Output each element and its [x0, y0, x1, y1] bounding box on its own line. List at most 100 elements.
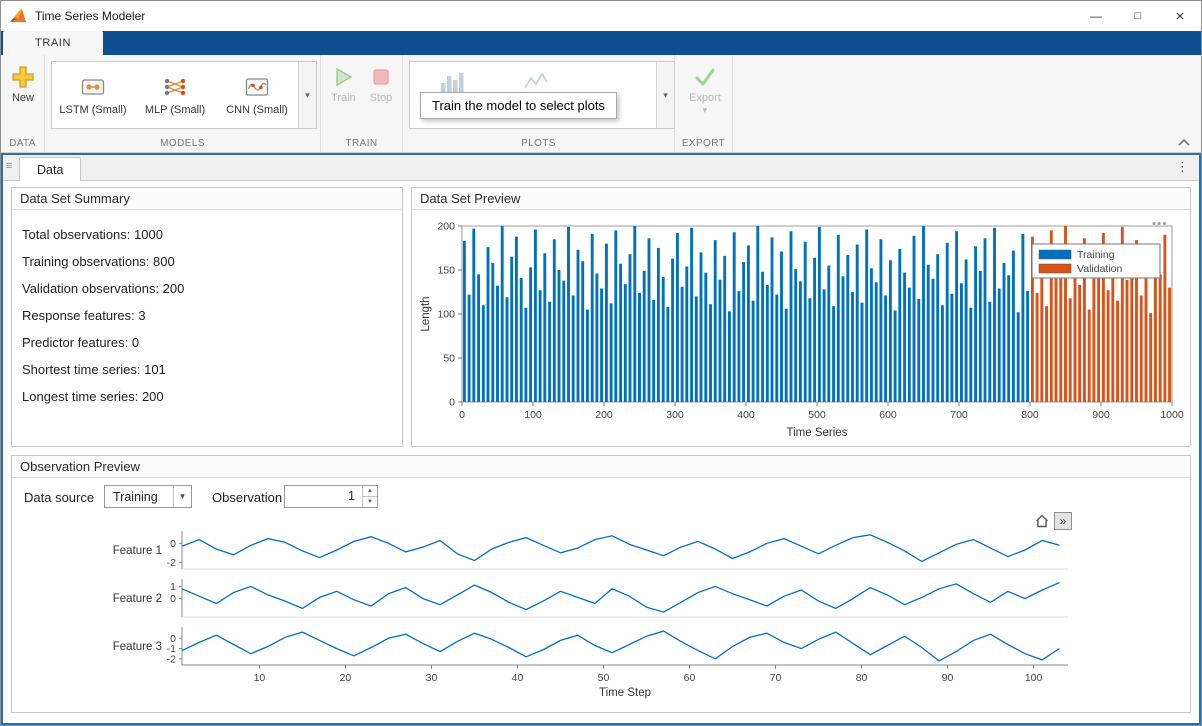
model-item-mlp[interactable]: MLP (Small) [134, 62, 216, 128]
document-area: ≡ Data ⋮ Data Set Summary Total observat… [1, 153, 1201, 725]
svg-text:200: 200 [437, 221, 455, 233]
model-item-cnn[interactable]: CNN (Small) [216, 62, 298, 128]
ribbon-section-plots: Histogram ▾ Train the model to select pl… [403, 55, 675, 152]
svg-text:20: 20 [340, 672, 352, 684]
data-source-label: Data source [24, 490, 94, 505]
observation-panel-title: Observation Preview [12, 456, 1190, 478]
svg-text:800: 800 [1021, 409, 1039, 421]
stop-button[interactable]: Stop [369, 65, 393, 104]
play-icon [331, 65, 355, 89]
minimize-button[interactable]: — [1075, 1, 1117, 31]
svg-text:30: 30 [426, 672, 438, 684]
svg-text:50: 50 [598, 672, 610, 684]
model-item-lstm[interactable]: LSTM (Small) [52, 62, 134, 128]
tab-data[interactable]: Data [19, 157, 81, 181]
section-label-train: TRAIN [321, 138, 402, 149]
spinner-down-icon[interactable]: ▼ [363, 497, 377, 507]
svg-text:150: 150 [437, 265, 455, 277]
ribbon: New DATA LSTM (Small) [1, 55, 1201, 153]
dataset-preview-chart[interactable]: 0100200300400500600700800900100005010015… [416, 214, 1186, 442]
plots-gallery-dropdown[interactable]: ▾ [656, 62, 674, 128]
svg-text:Time Series: Time Series [787, 427, 848, 439]
ribbon-section-train: Train Stop TRAIN [321, 55, 403, 152]
summary-list: Total observations: 1000 Training observ… [12, 210, 402, 421]
check-icon [693, 65, 717, 89]
svg-text:40: 40 [512, 672, 524, 684]
svg-text:60: 60 [684, 672, 696, 684]
title-bar: Time Series Modeler — □ × [1, 1, 1201, 31]
summary-validation-observations: Validation observations: 200 [22, 275, 392, 302]
collapse-ribbon-icon[interactable] [1177, 136, 1191, 148]
plots-gallery: Histogram ▾ Train the model to select pl… [409, 61, 675, 129]
new-button-label: New [12, 92, 34, 104]
dropdown-arrow-icon: ▾ [173, 486, 191, 507]
tab-train[interactable]: TRAIN [3, 31, 103, 55]
section-label-plots: PLOTS [403, 138, 674, 149]
window-title: Time Series Modeler [35, 9, 145, 23]
ribbon-section-data: New DATA [1, 55, 45, 152]
section-label-models: MODELS [45, 138, 320, 149]
summary-total-observations: Total observations: 1000 [22, 221, 392, 248]
train-button[interactable]: Train [331, 65, 356, 104]
maximize-button[interactable]: □ [1117, 1, 1159, 31]
preview-panel-title: Data Set Preview [412, 188, 1190, 210]
summary-shortest-series: Shortest time series: 101 [22, 356, 392, 383]
svg-text:100: 100 [524, 409, 542, 421]
model-item-label: CNN (Small) [226, 104, 288, 116]
summary-longest-series: Longest time series: 200 [22, 383, 392, 410]
models-gallery-dropdown[interactable]: ▾ [298, 62, 316, 128]
svg-text:Training: Training [1077, 249, 1115, 261]
export-dropdown-icon: ▾ [703, 107, 708, 114]
svg-text:0: 0 [170, 538, 176, 550]
svg-text:Feature 2: Feature 2 [113, 593, 162, 605]
data-source-dropdown[interactable]: Training ▾ [104, 485, 192, 508]
svg-text:100: 100 [1025, 672, 1043, 684]
model-item-label: MLP (Small) [145, 104, 205, 116]
stop-button-label: Stop [370, 92, 393, 104]
svg-text:1000: 1000 [1160, 409, 1184, 421]
summary-predictor-features: Predictor features: 0 [22, 329, 392, 356]
app-window: Time Series Modeler — □ × TRAIN New DATA [0, 0, 1202, 726]
histogram-icon [439, 70, 465, 94]
svg-text:Feature 3: Feature 3 [113, 641, 162, 653]
models-gallery: LSTM (Small) MLP (Small) [51, 61, 317, 129]
svg-text:0: 0 [459, 409, 465, 421]
train-button-label: Train [331, 92, 356, 104]
stop-icon [369, 65, 393, 89]
mlp-icon [162, 74, 188, 100]
new-button[interactable]: New [11, 65, 35, 104]
svg-text:Feature 1: Feature 1 [113, 545, 162, 557]
spinner-up-icon[interactable]: ▲ [363, 486, 377, 497]
svg-text:Validation: Validation [1077, 263, 1122, 275]
svg-text:200: 200 [595, 409, 613, 421]
panel-grip-icon[interactable]: ≡ [6, 160, 12, 172]
data-source-value: Training [105, 490, 173, 504]
summary-panel-title: Data Set Summary [12, 188, 402, 210]
export-button[interactable]: Export ▾ [689, 65, 721, 114]
svg-text:0: 0 [170, 593, 176, 605]
svg-text:-2: -2 [167, 653, 176, 665]
observation-spinner[interactable]: 1 ▲ ▼ [284, 485, 378, 508]
svg-text:70: 70 [770, 672, 782, 684]
svg-text:100: 100 [437, 309, 455, 321]
section-label-export: EXPORT [675, 138, 732, 149]
svg-text:-2: -2 [167, 557, 176, 569]
svg-text:90: 90 [942, 672, 954, 684]
summary-response-features: Response features: 3 [22, 302, 392, 329]
observation-preview-chart[interactable]: 0-2Feature 110Feature 20-1-2Feature 3102… [12, 526, 1192, 702]
svg-text:80: 80 [856, 672, 868, 684]
chart-options-icon[interactable]: ••• [1152, 218, 1168, 230]
svg-text:Time Step: Time Step [599, 687, 651, 699]
summary-panel: Data Set Summary Total observations: 100… [11, 187, 403, 447]
svg-text:400: 400 [737, 409, 755, 421]
tab-actions-icon[interactable]: ⋮ [1176, 159, 1189, 175]
svg-text:600: 600 [879, 409, 897, 421]
observation-label: Observation [212, 490, 282, 505]
line-plot-icon [523, 70, 549, 94]
observation-value: 1 [285, 486, 362, 507]
svg-text:900: 900 [1092, 409, 1110, 421]
new-plus-icon [11, 65, 35, 89]
section-label-data: DATA [1, 138, 44, 149]
export-button-label: Export [689, 92, 721, 104]
close-button[interactable]: × [1159, 1, 1201, 31]
